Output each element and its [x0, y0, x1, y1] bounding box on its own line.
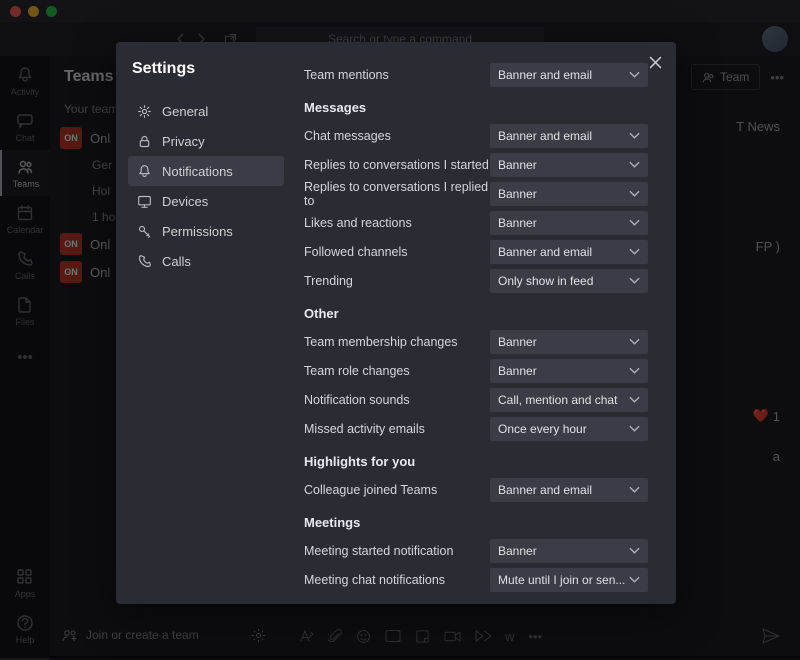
dropdown-value: Call, mention and chat	[498, 393, 617, 407]
option-dropdown[interactable]: Mute until I join or sen...	[490, 568, 648, 592]
dropdown-value: Banner	[498, 158, 537, 172]
option-label: Colleague joined Teams	[304, 483, 490, 497]
option-label: Likes and reactions	[304, 216, 490, 230]
option-dropdown[interactable]: Banner and email	[490, 240, 648, 264]
option-row: Likes and reactions Banner	[304, 208, 648, 237]
option-dropdown[interactable]: Banner	[490, 153, 648, 177]
chevron-down-icon	[629, 547, 640, 554]
chevron-down-icon	[629, 71, 640, 78]
chevron-down-icon	[629, 277, 640, 284]
phone-icon	[136, 253, 152, 269]
device-icon	[136, 193, 152, 209]
chevron-down-icon	[629, 190, 640, 197]
settings-nav-label: Calls	[162, 254, 191, 269]
option-row: Meeting started notification Banner	[304, 536, 648, 565]
option-dropdown[interactable]: Banner and email	[490, 478, 648, 502]
settings-nav-label: Devices	[162, 194, 208, 209]
dropdown-value: Banner	[498, 544, 537, 558]
option-dropdown[interactable]: Once every hour	[490, 417, 648, 441]
option-dropdown[interactable]: Banner and email	[490, 63, 648, 87]
dropdown-value: Mute until I join or sen...	[498, 573, 625, 587]
option-row: Team membership changes Banner	[304, 327, 648, 356]
chevron-down-icon	[629, 338, 640, 345]
option-label: Team role changes	[304, 364, 490, 378]
option-row: Trending Only show in feed	[304, 266, 648, 295]
option-row: Team role changes Banner	[304, 356, 648, 385]
settings-nav-devices[interactable]: Devices	[128, 186, 284, 216]
dropdown-value: Only show in feed	[498, 274, 593, 288]
settings-title: Settings	[128, 60, 284, 78]
settings-nav: Settings General Privacy Notifications Devi…	[116, 42, 292, 604]
dropdown-value: Banner and email	[498, 245, 592, 259]
option-dropdown[interactable]: Banner	[490, 211, 648, 235]
option-dropdown[interactable]: Banner	[490, 359, 648, 383]
option-row: Missed activity emails Once every hour	[304, 414, 648, 443]
chevron-down-icon	[629, 248, 640, 255]
option-row: Meeting chat notifications Mute until I j…	[304, 565, 648, 594]
option-dropdown[interactable]: Banner	[490, 330, 648, 354]
option-row: Replies to conversations I started Banner	[304, 150, 648, 179]
option-row: Chat messages Banner and email	[304, 121, 648, 150]
option-dropdown[interactable]: Banner and email	[490, 124, 648, 148]
dropdown-value: Banner	[498, 187, 537, 201]
option-label: Replies to conversations I started	[304, 158, 490, 172]
chevron-down-icon	[629, 132, 640, 139]
lock-icon	[136, 133, 152, 149]
option-dropdown[interactable]: Banner	[490, 182, 648, 206]
option-label: Meeting started notification	[304, 544, 490, 558]
chevron-down-icon	[629, 219, 640, 226]
settings-nav-label: Permissions	[162, 224, 233, 239]
option-label: Notification sounds	[304, 393, 490, 407]
section-header: Meetings	[304, 510, 648, 534]
option-label: Chat messages	[304, 129, 490, 143]
option-row: Notification sounds Call, mention and cha…	[304, 385, 648, 414]
dropdown-value: Banner and email	[498, 68, 592, 82]
dropdown-value: Banner	[498, 216, 537, 230]
option-label: Followed channels	[304, 245, 490, 259]
chevron-down-icon	[629, 425, 640, 432]
option-label: Missed activity emails	[304, 422, 490, 436]
chevron-down-icon	[629, 576, 640, 583]
settings-nav-label: General	[162, 104, 208, 119]
dropdown-value: Banner and email	[498, 129, 592, 143]
section-header: Highlights for you	[304, 449, 648, 473]
option-dropdown[interactable]: Only show in feed	[490, 269, 648, 293]
settings-nav-permissions[interactable]: Permissions	[128, 216, 284, 246]
settings-nav-label: Notifications	[162, 164, 233, 179]
key-icon	[136, 223, 152, 239]
bell-icon	[136, 163, 152, 179]
option-row: Followed channels Banner and email	[304, 237, 648, 266]
dropdown-value: Once every hour	[498, 422, 587, 436]
settings-nav-general[interactable]: General	[128, 96, 284, 126]
chevron-down-icon	[629, 161, 640, 168]
close-icon[interactable]	[649, 56, 662, 69]
option-label: Meeting chat notifications	[304, 573, 490, 587]
settings-nav-calls[interactable]: Calls	[128, 246, 284, 276]
option-label: Trending	[304, 274, 490, 288]
dropdown-value: Banner and email	[498, 483, 592, 497]
chevron-down-icon	[629, 367, 640, 374]
option-label: Team mentions	[304, 68, 490, 82]
option-dropdown[interactable]: Call, mention and chat	[490, 388, 648, 412]
settings-modal: Settings General Privacy Notifications Devi…	[116, 42, 676, 604]
settings-nav-label: Privacy	[162, 134, 205, 149]
option-row: Team mentions Banner and email	[304, 60, 648, 89]
section-header: Other	[304, 301, 648, 325]
option-dropdown[interactable]: Banner	[490, 539, 648, 563]
settings-content: Team mentionsBanner and emailMessagesCha…	[292, 42, 676, 604]
dropdown-value: Banner	[498, 364, 537, 378]
settings-nav-notifications[interactable]: Notifications	[128, 156, 284, 186]
gear-icon	[136, 103, 152, 119]
section-header: Messages	[304, 95, 648, 119]
settings-nav-privacy[interactable]: Privacy	[128, 126, 284, 156]
option-row: Replies to conversations I replied to Ban…	[304, 179, 648, 208]
option-label: Replies to conversations I replied to	[304, 180, 490, 208]
dropdown-value: Banner	[498, 335, 537, 349]
chevron-down-icon	[629, 396, 640, 403]
option-label: Team membership changes	[304, 335, 490, 349]
option-row: Colleague joined Teams Banner and email	[304, 475, 648, 504]
chevron-down-icon	[629, 486, 640, 493]
